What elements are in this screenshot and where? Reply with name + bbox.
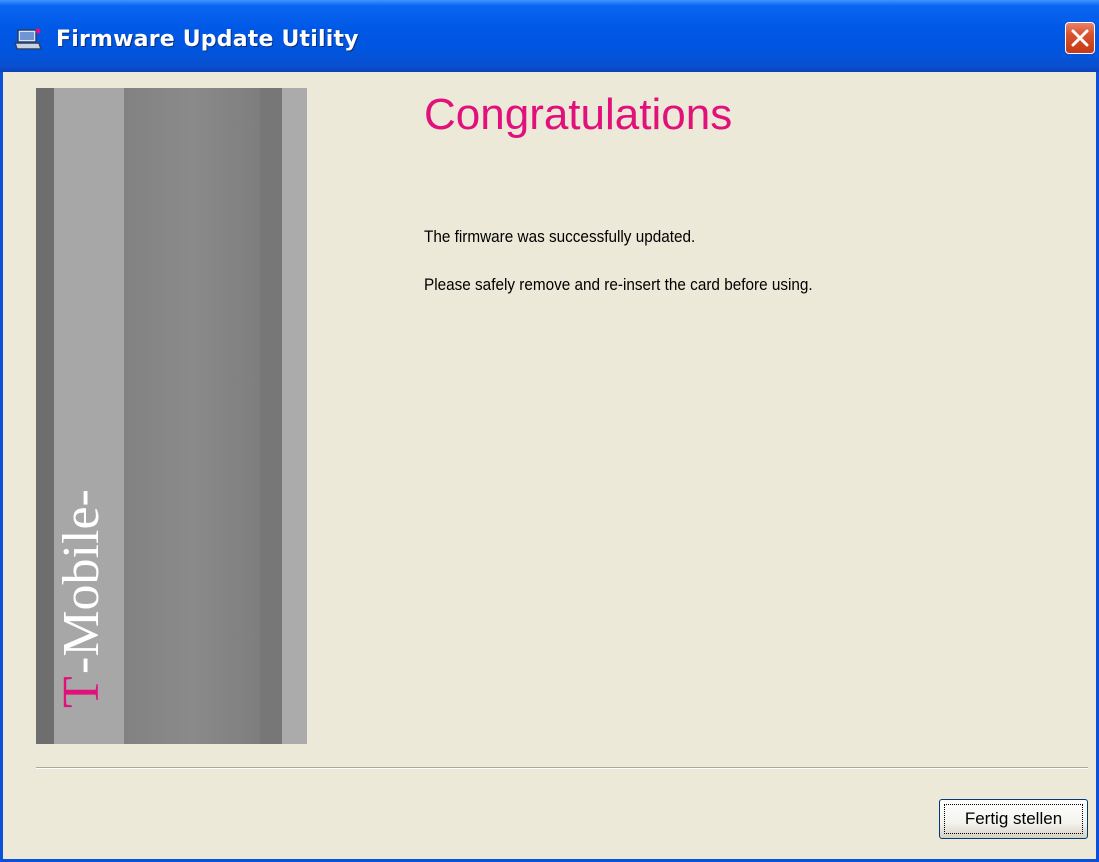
finish-button[interactable]: Fertig stellen [939, 799, 1088, 839]
t-mobile-logo: T -Mobile- [53, 489, 110, 708]
brand-name: -Mobile- [53, 489, 110, 674]
page-title: Congratulations [424, 90, 733, 139]
window-title: Firmware Update Utility [56, 27, 359, 52]
success-message: The firmware was successfully updated. [424, 227, 696, 246]
footer-separator [36, 767, 1088, 769]
close-icon [1071, 29, 1089, 47]
close-button[interactable] [1065, 22, 1095, 54]
brand-letter: T [53, 676, 110, 708]
laptop-icon [13, 28, 43, 52]
t-mobile-banner: T -Mobile- [36, 88, 307, 744]
finish-button-label: Fertig stellen [944, 804, 1083, 834]
title-bar[interactable]: Firmware Update Utility [0, 0, 1099, 72]
instruction-message: Please safely remove and re-insert the c… [424, 275, 813, 294]
firmware-update-window: Firmware Update Utility T -Mobile- Congr… [0, 0, 1099, 862]
